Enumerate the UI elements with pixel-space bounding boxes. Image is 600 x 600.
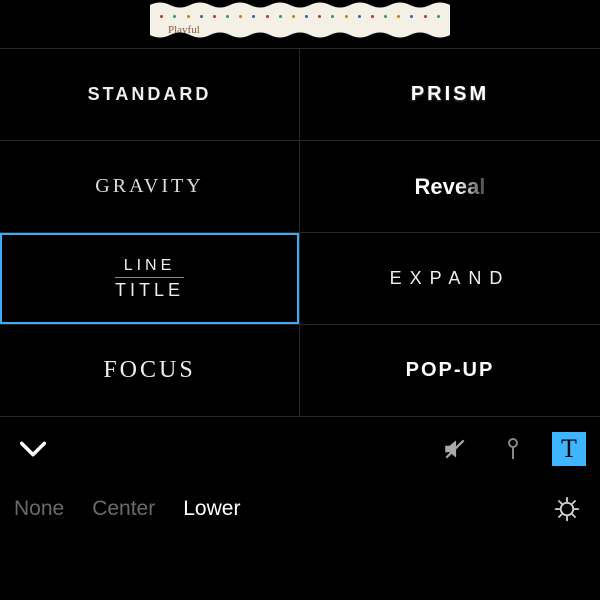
- style-expand[interactable]: EXPAND: [300, 233, 600, 325]
- style-label: POP-UP: [406, 359, 495, 382]
- style-label: LINE TITLE: [115, 257, 184, 301]
- mute-button[interactable]: [436, 430, 474, 468]
- collapse-button[interactable]: [14, 430, 52, 468]
- style-label: FOCUS: [103, 357, 195, 384]
- style-reveal[interactable]: Reveal: [300, 141, 600, 233]
- preview-bar: Playful: [0, 0, 600, 48]
- position-none[interactable]: None: [14, 497, 64, 521]
- position-row: None Center Lower: [0, 481, 600, 537]
- style-popup[interactable]: POP-UP: [300, 325, 600, 417]
- gear-icon: [552, 494, 582, 524]
- preview-slide[interactable]: Playful: [150, 0, 450, 40]
- position-center[interactable]: Center: [92, 497, 155, 521]
- style-label: Reveal: [415, 174, 486, 200]
- preview-dots: [150, 14, 450, 18]
- style-standard[interactable]: STANDARD: [0, 49, 300, 141]
- style-gravity[interactable]: GRAVITY: [0, 141, 300, 233]
- pin-icon: [501, 434, 525, 464]
- style-label: STANDARD: [88, 84, 212, 105]
- pin-button[interactable]: [494, 430, 532, 468]
- mute-icon: [442, 436, 468, 462]
- text-tool-button[interactable]: T: [552, 432, 586, 466]
- style-label: EXPAND: [390, 268, 511, 289]
- position-lower[interactable]: Lower: [183, 497, 240, 521]
- style-prism[interactable]: PRISM: [300, 49, 600, 141]
- style-focus[interactable]: FOCUS: [0, 325, 300, 417]
- style-label: PRISM: [411, 83, 489, 106]
- toolbar: T: [0, 417, 600, 481]
- chevron-down-icon: [16, 432, 50, 466]
- settings-button[interactable]: [548, 490, 586, 528]
- text-tool-icon: T: [561, 434, 577, 464]
- style-label: GRAVITY: [95, 175, 203, 198]
- style-line-title[interactable]: LINE TITLE: [0, 233, 300, 325]
- style-grid: STANDARD PRISM GRAVITY Reveal LINE TITLE…: [0, 48, 600, 417]
